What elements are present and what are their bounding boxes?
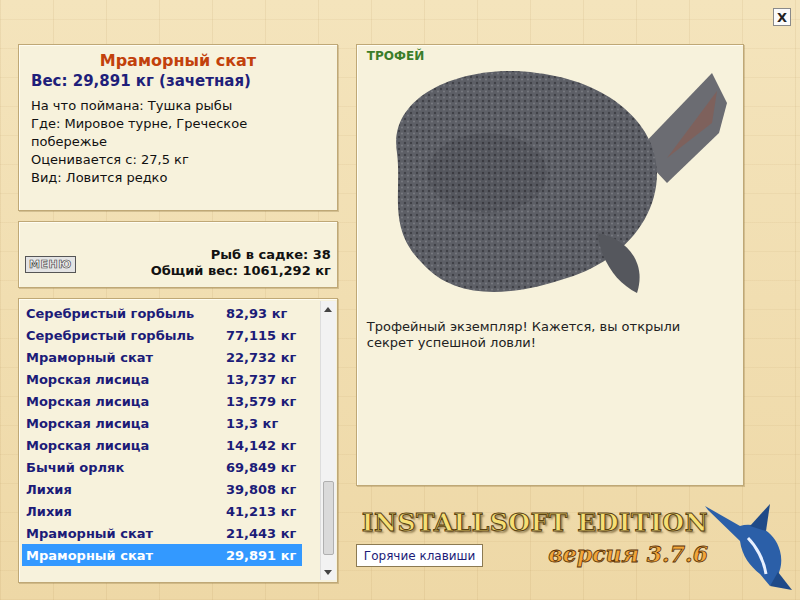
catch-row[interactable]: Лихия41,213 кг [22, 500, 302, 522]
branding: INSTALLSOFT EDITION Горячие клавиши версия… [356, 486, 800, 600]
fish-detail: Вид: Ловится редко [31, 169, 325, 187]
catch-weight: 13,579 кг [226, 394, 296, 409]
fish-weight: Вес: 29,891 кг (зачетная) [31, 71, 325, 91]
scrollbar[interactable] [320, 301, 336, 580]
scroll-thumb[interactable] [323, 481, 334, 555]
left-column: Мраморный скатВес: 29,891 кг (зачетная)Н… [18, 44, 338, 600]
catch-weight: 82,93 кг [226, 306, 287, 321]
catch-row[interactable]: Бычий орляк69,849 кг [22, 456, 302, 478]
catch-name: Морская лисица [26, 438, 226, 453]
fish-detail: Где: Мировое турне, Греческое побережье [31, 115, 325, 151]
catch-row[interactable]: Лихия39,808 кг [22, 478, 302, 500]
brand-bottom: Горячие клавиши версия 3.7.6 [356, 541, 708, 567]
catch-name: Бычий орляк [26, 460, 226, 475]
catch-name: Серебристый горбыль [26, 328, 226, 343]
top-bar: X [0, 0, 800, 44]
menu-button[interactable]: МЕНЮ [25, 256, 76, 273]
catch-weight: 39,808 кг [226, 482, 296, 497]
catch-row[interactable]: Мраморный скат29,891 кг [22, 544, 302, 566]
catch-row[interactable]: Мраморный скат21,443 кг [22, 522, 302, 544]
close-button[interactable]: X [773, 8, 791, 26]
catch-row[interactable]: Морская лисица13,737 кг [22, 368, 302, 390]
catch-weight: 29,891 кг [226, 548, 296, 563]
version-label: версия 3.7.6 [548, 541, 708, 567]
catch-info-screen: XМраморный скатВес: 29,891 кг (зачетная)… [0, 0, 800, 600]
catch-weight: 22,732 кг [226, 350, 296, 365]
trophy-message: Трофейный экземпляр! Кажется, вы открыли… [367, 319, 733, 351]
catch-row[interactable]: Морская лисица13,3 кг [22, 412, 302, 434]
catch-weight: 77,115 кг [226, 328, 296, 343]
catch-row[interactable]: Морская лисица13,579 кг [22, 390, 302, 412]
cage-count: Рыб в садке: 38 [151, 247, 331, 263]
marlin-icon [700, 486, 800, 596]
scroll-up-icon[interactable] [321, 301, 336, 317]
scroll-track[interactable] [321, 317, 336, 564]
right-column: ТРОФЕЙ Трофейный экземпляр! Кажется, вы о… [356, 44, 800, 600]
catch-name: Серебристый горбыль [26, 306, 226, 321]
main-area: Мраморный скатВес: 29,891 кг (зачетная)Н… [0, 44, 800, 600]
catch-row[interactable]: Мраморный скат22,732 кг [22, 346, 302, 368]
brand-text: INSTALLSOFT EDITION Горячие клавиши версия… [356, 486, 708, 567]
fish-info-panel: Мраморный скатВес: 29,891 кг (зачетная) Н… [18, 44, 338, 211]
cage-total: Общий вес: 1061,292 кг [151, 263, 331, 279]
catch-weight: 13,737 кг [226, 372, 296, 387]
catch-weight: 41,213 кг [226, 504, 296, 519]
trophy-badge: ТРОФЕЙ [367, 49, 733, 63]
catch-name: Лихия [26, 482, 226, 497]
cage-panel: МЕНЮ Рыб в садке: 38Общий вес: 1061,292 к… [18, 221, 338, 288]
catch-row[interactable]: Морская лисица14,142 кг [22, 434, 302, 456]
catch-rows: Серебристый горбыль82,93 кгСеребристый г… [22, 301, 320, 580]
catch-weight: 69,849 кг [226, 460, 296, 475]
edition-logo: INSTALLSOFT EDITION [356, 508, 708, 537]
fish-detail: На что поймана: Тушка рыбы [31, 97, 325, 115]
hotkeys-button[interactable]: Горячие клавиши [356, 544, 484, 567]
catch-weight: 14,142 кг [226, 438, 296, 453]
catch-name: Морская лисица [26, 372, 226, 387]
catch-row[interactable]: Серебристый горбыль77,115 кг [22, 324, 302, 346]
fish-detail: Оценивается с: 27,5 кг [31, 151, 325, 169]
catch-name: Мраморный скат [26, 350, 226, 365]
scroll-down-icon[interactable] [321, 564, 336, 580]
ray-fish-icon [367, 63, 733, 311]
trophy-panel: ТРОФЕЙ Трофейный экземпляр! Кажется, вы о… [356, 44, 744, 486]
fish-title: Мраморный скат [31, 51, 325, 71]
catch-name: Лихия [26, 504, 226, 519]
catch-name: Мраморный скат [26, 526, 226, 541]
catch-row[interactable]: Серебристый горбыль82,93 кг [22, 302, 302, 324]
catch-name: Мраморный скат [26, 548, 226, 563]
catch-name: Морская лисица [26, 416, 226, 431]
catch-weight: 21,443 кг [226, 526, 296, 541]
cage-stats: Рыб в садке: 38Общий вес: 1061,292 кг [151, 247, 331, 279]
catch-name: Морская лисица [26, 394, 226, 409]
catch-weight: 13,3 кг [226, 416, 278, 431]
catch-list: Серебристый горбыль82,93 кгСеребристый г… [18, 298, 338, 583]
